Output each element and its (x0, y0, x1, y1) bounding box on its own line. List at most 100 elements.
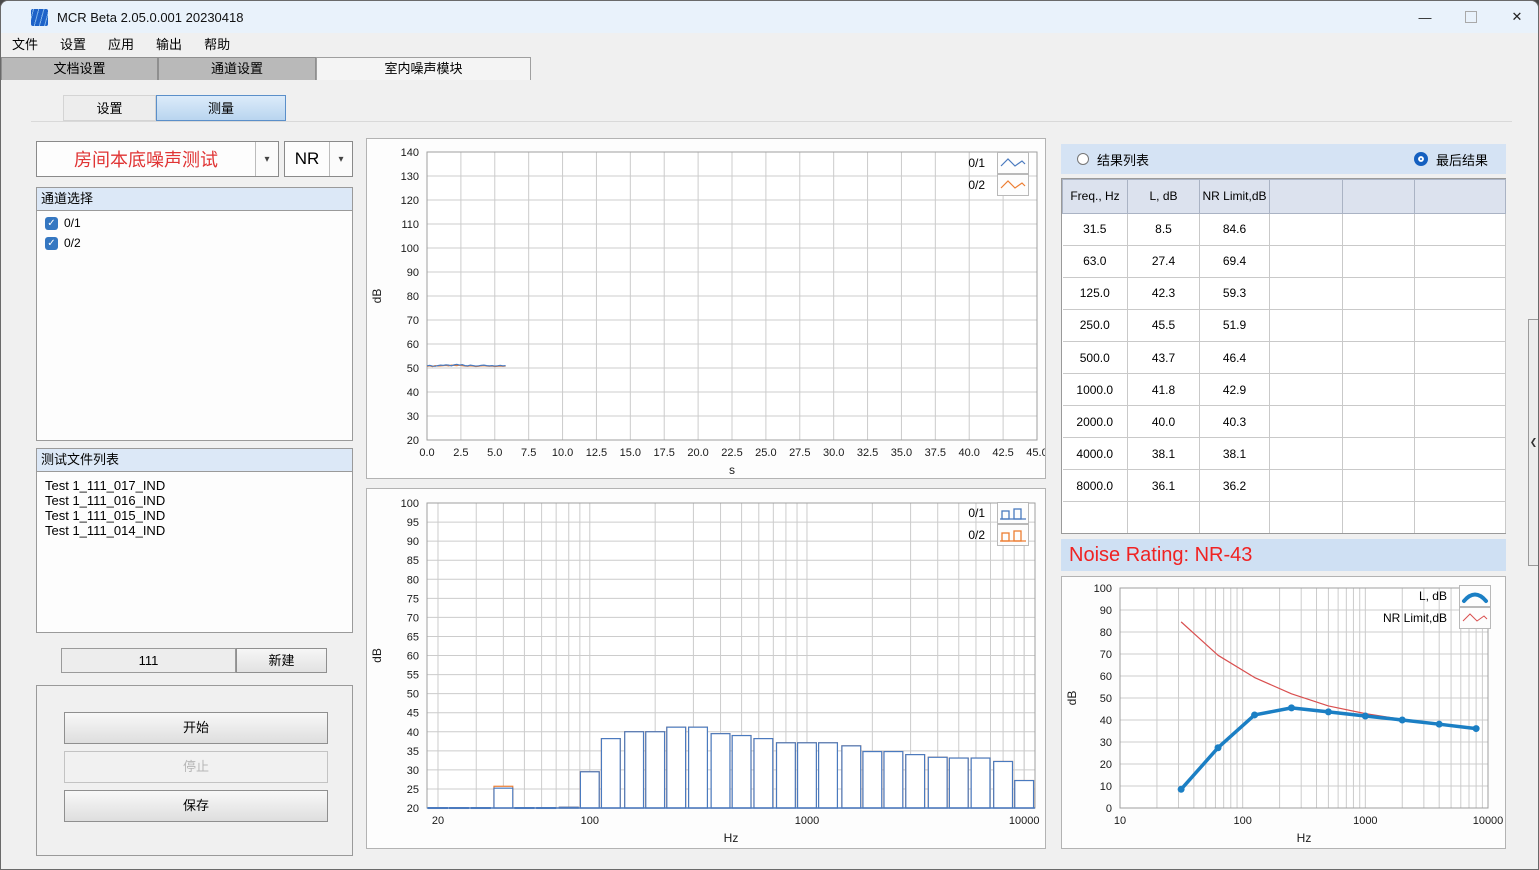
save-button[interactable]: 保存 (64, 790, 328, 822)
table-row: 2000.040.040.3 (1063, 406, 1506, 438)
control-box: 开始 停止 保存 (36, 685, 353, 856)
minimize-button[interactable]: — (1402, 1, 1448, 33)
table-cell (1343, 213, 1415, 245)
nr-chart-legend: L, dBNR Limit,dB (1359, 585, 1491, 629)
table-row: 125.042.359.3 (1063, 277, 1506, 309)
table-cell: 59.3 (1200, 277, 1270, 309)
maximize-button[interactable] (1448, 1, 1494, 33)
channel-select-box: 通道选择 ✓0/1✓0/2 (36, 187, 353, 441)
svg-text:35.0: 35.0 (891, 447, 912, 459)
test-name-input[interactable] (61, 648, 236, 673)
app-window: MCR Beta 2.05.0.001 20230418 — ✕ 文件设置应用输… (0, 0, 1539, 870)
radio-result-list-label: 结果列表 (1097, 150, 1149, 169)
test-file-item[interactable]: Test 1_111_015_IND (37, 508, 352, 523)
table-cell: 31.5 (1063, 213, 1128, 245)
svg-text:40: 40 (407, 387, 419, 399)
checkbox-checked-icon[interactable]: ✓ (45, 237, 58, 250)
svg-text:25.0: 25.0 (755, 447, 776, 459)
table-cell (1415, 245, 1506, 277)
svg-text:20.0: 20.0 (687, 447, 708, 459)
svg-text:60: 60 (407, 339, 419, 351)
table-cell: 69.4 (1200, 245, 1270, 277)
tab-measure[interactable]: 测量 (156, 95, 286, 121)
new-button[interactable]: 新建 (236, 648, 327, 673)
svg-text:20: 20 (407, 803, 419, 815)
rating-type-dropdown[interactable]: NR ▾ (284, 141, 353, 177)
legend-swatch-icon (997, 524, 1029, 546)
table-cell: 1000.0 (1063, 374, 1128, 406)
main-tab-1[interactable]: 文档设置 (1, 57, 158, 80)
svg-text:Hz: Hz (1297, 831, 1312, 845)
svg-text:50: 50 (1100, 693, 1112, 705)
menu-item-文件[interactable]: 文件 (1, 33, 49, 57)
table-cell: 250.0 (1063, 309, 1128, 341)
svg-text:80: 80 (407, 574, 419, 586)
svg-text:7.5: 7.5 (521, 447, 536, 459)
svg-text:10: 10 (1114, 815, 1126, 827)
legend-item: 0/1 (933, 152, 1029, 174)
table-cell (1343, 406, 1415, 438)
table-row: 4000.038.138.1 (1063, 438, 1506, 470)
collapse-panel-handle[interactable]: ❮ (1528, 319, 1539, 566)
test-file-item[interactable]: Test 1_111_017_IND (37, 478, 352, 493)
spectrum-chart: 2025303540455055606570758085909510020100… (366, 488, 1046, 849)
table-cell (1270, 470, 1343, 502)
tab-settings[interactable]: 设置 (63, 95, 156, 121)
svg-text:dB: dB (370, 289, 384, 304)
table-cell (1415, 277, 1506, 309)
table-row: 250.045.551.9 (1063, 309, 1506, 341)
svg-text:55: 55 (407, 670, 419, 682)
table-cell (1270, 374, 1343, 406)
main-tab-2[interactable]: 通道设置 (158, 57, 316, 80)
test-file-item[interactable]: Test 1_111_016_IND (37, 493, 352, 508)
radio-result-list[interactable]: 结果列表 (1077, 150, 1149, 169)
svg-text:140: 140 (401, 147, 419, 159)
checkbox-checked-icon[interactable]: ✓ (45, 217, 58, 230)
svg-text:50: 50 (407, 363, 419, 375)
file-box-title: 测试文件列表 (37, 449, 352, 472)
svg-text:10.0: 10.0 (552, 447, 573, 459)
svg-text:0: 0 (1106, 803, 1112, 815)
svg-text:27.5: 27.5 (789, 447, 810, 459)
table-cell: 38.1 (1128, 438, 1200, 470)
channel-item[interactable]: ✓ 0/1 (45, 215, 352, 231)
noise-rating-value: Noise Rating: NR-43 (1069, 544, 1252, 567)
close-button[interactable]: ✕ (1494, 1, 1539, 33)
svg-text:20: 20 (407, 435, 419, 447)
table-cell (1415, 342, 1506, 374)
channel-label: 0/1 (64, 216, 81, 230)
svg-text:40: 40 (1100, 715, 1112, 727)
svg-text:100: 100 (1094, 583, 1112, 595)
svg-text:10000: 10000 (1009, 815, 1040, 827)
svg-text:120: 120 (401, 195, 419, 207)
svg-text:12.5: 12.5 (586, 447, 607, 459)
legend-item: 0/2 (933, 524, 1029, 546)
svg-text:100: 100 (401, 498, 419, 510)
chevron-down-icon[interactable]: ▾ (329, 142, 352, 176)
table-cell: 8000.0 (1063, 470, 1128, 502)
menu-item-帮助[interactable]: 帮助 (193, 33, 241, 57)
table-cell-empty (1063, 502, 1128, 533)
svg-text:30: 30 (407, 411, 419, 423)
table-cell: 40.0 (1128, 406, 1200, 438)
radio-last-result[interactable]: 最后结果 (1414, 150, 1488, 169)
menu-item-设置[interactable]: 设置 (49, 33, 97, 57)
table-header (1415, 180, 1506, 214)
table-cell (1270, 309, 1343, 341)
svg-text:90: 90 (407, 536, 419, 548)
test-type-dropdown[interactable]: 房间本底噪声测试 ▾ (36, 141, 279, 177)
svg-text:130: 130 (401, 171, 419, 183)
channel-item[interactable]: ✓0/2 (45, 235, 352, 251)
test-file-item[interactable]: Test 1_111_014_IND (37, 523, 352, 538)
svg-text:1000: 1000 (1353, 815, 1377, 827)
start-button[interactable]: 开始 (64, 712, 328, 744)
table-cell: 63.0 (1063, 245, 1128, 277)
menu-item-输出[interactable]: 输出 (145, 33, 193, 57)
table-cell: 38.1 (1200, 438, 1270, 470)
stop-button[interactable]: 停止 (64, 751, 328, 783)
chevron-down-icon[interactable]: ▾ (255, 142, 278, 176)
menu-item-应用[interactable]: 应用 (97, 33, 145, 57)
main-tab-3[interactable]: 室内噪声模块 (316, 57, 531, 80)
table-cell-empty (1343, 502, 1415, 533)
svg-text:25: 25 (407, 784, 419, 796)
